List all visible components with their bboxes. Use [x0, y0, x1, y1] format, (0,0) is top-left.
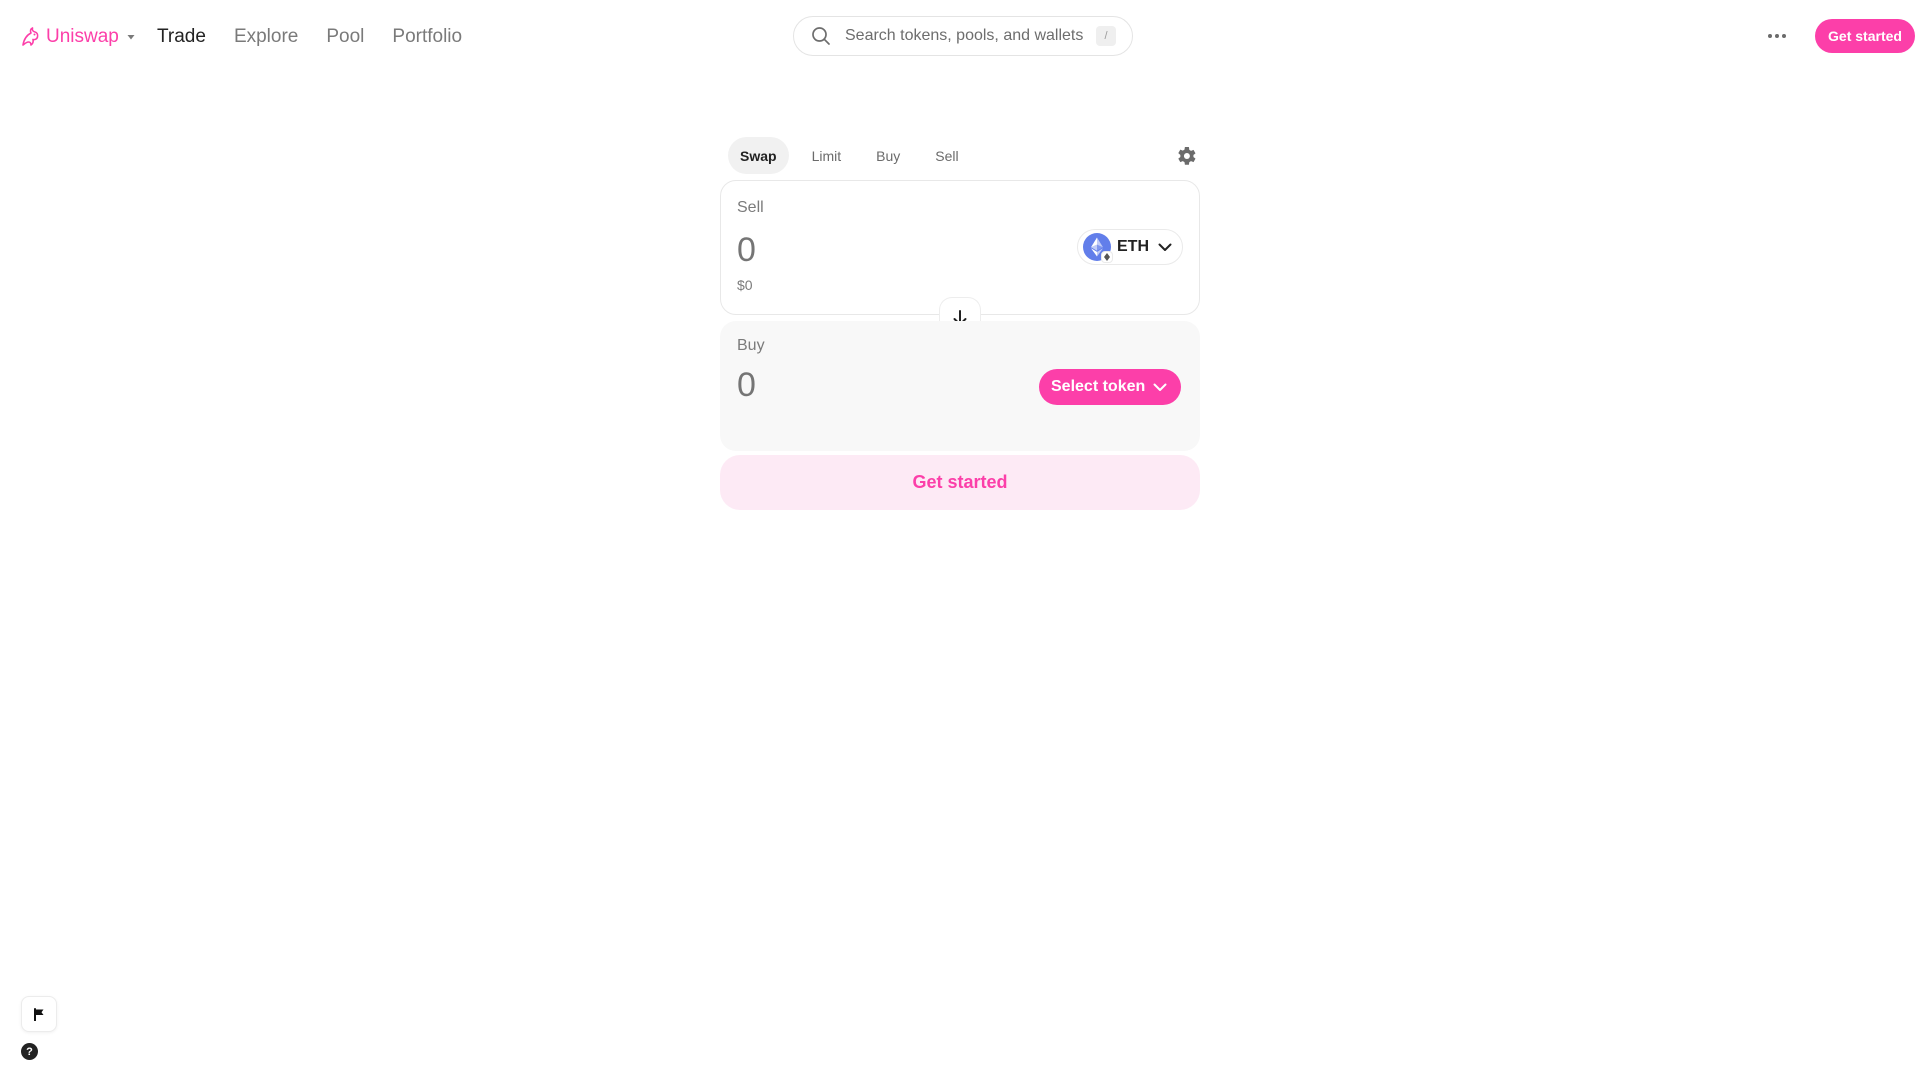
uniswap-page: Uniswap Trade Explore Pool Portfolio Sea… [0, 0, 1920, 1080]
feedback-flag-button[interactable] [21, 996, 57, 1032]
gear-icon [1178, 147, 1196, 165]
tab-sell[interactable]: Sell [923, 137, 970, 174]
search-shortcut-hint: / [1096, 26, 1116, 46]
sell-token-symbol: ETH [1117, 238, 1149, 255]
nav-explore[interactable]: Explore [234, 26, 298, 48]
select-token-button[interactable]: Select token [1039, 369, 1182, 405]
search-input[interactable]: Search tokens, pools, and wallets [845, 27, 1096, 45]
tab-swap[interactable]: Swap [728, 137, 789, 174]
nav-portfolio[interactable]: Portfolio [392, 26, 462, 48]
top-nav: Uniswap Trade Explore Pool Portfolio Sea… [0, 0, 1920, 72]
more-options-button[interactable] [1762, 23, 1792, 49]
brand-name: Uniswap [46, 25, 119, 47]
help-button[interactable]: ? [21, 1043, 38, 1060]
sell-amount-input[interactable] [737, 231, 1037, 270]
tab-limit[interactable]: Limit [800, 137, 854, 174]
more-horizontal-icon [1768, 34, 1786, 38]
chevron-down-icon [1153, 383, 1167, 391]
select-token-label: Select token [1051, 378, 1146, 395]
search-bar[interactable]: Search tokens, pools, and wallets / [793, 16, 1133, 56]
nav-pool[interactable]: Pool [326, 26, 364, 48]
buy-amount-input[interactable] [737, 366, 1037, 405]
buy-panel: Buy Select token [720, 321, 1200, 451]
swap-settings-button[interactable] [1174, 144, 1198, 168]
caret-down-icon [127, 34, 135, 39]
brand-menu[interactable]: Uniswap [18, 23, 136, 50]
uniswap-unicorn-icon [22, 26, 39, 46]
nav-trade[interactable]: Trade [157, 26, 206, 48]
swap-tabs: Swap Limit Buy Sell [728, 137, 982, 174]
sell-usd-value: $0 [737, 277, 753, 293]
sell-label: Sell [737, 199, 764, 216]
eth-icon [1083, 233, 1113, 263]
buy-label: Buy [737, 337, 765, 354]
main-nav: Trade Explore Pool Portfolio [157, 23, 490, 50]
search-icon [812, 27, 830, 45]
get-started-button[interactable]: Get started [720, 455, 1200, 510]
tab-buy[interactable]: Buy [864, 137, 912, 174]
chain-badge-icon [1101, 251, 1113, 263]
get-started-header-button[interactable]: Get started [1815, 19, 1915, 53]
sell-token-selector[interactable]: ETH [1077, 229, 1183, 265]
chevron-down-icon [1158, 243, 1172, 251]
flag-icon [34, 1007, 44, 1021]
sell-panel: Sell $0 ETH [720, 180, 1200, 315]
